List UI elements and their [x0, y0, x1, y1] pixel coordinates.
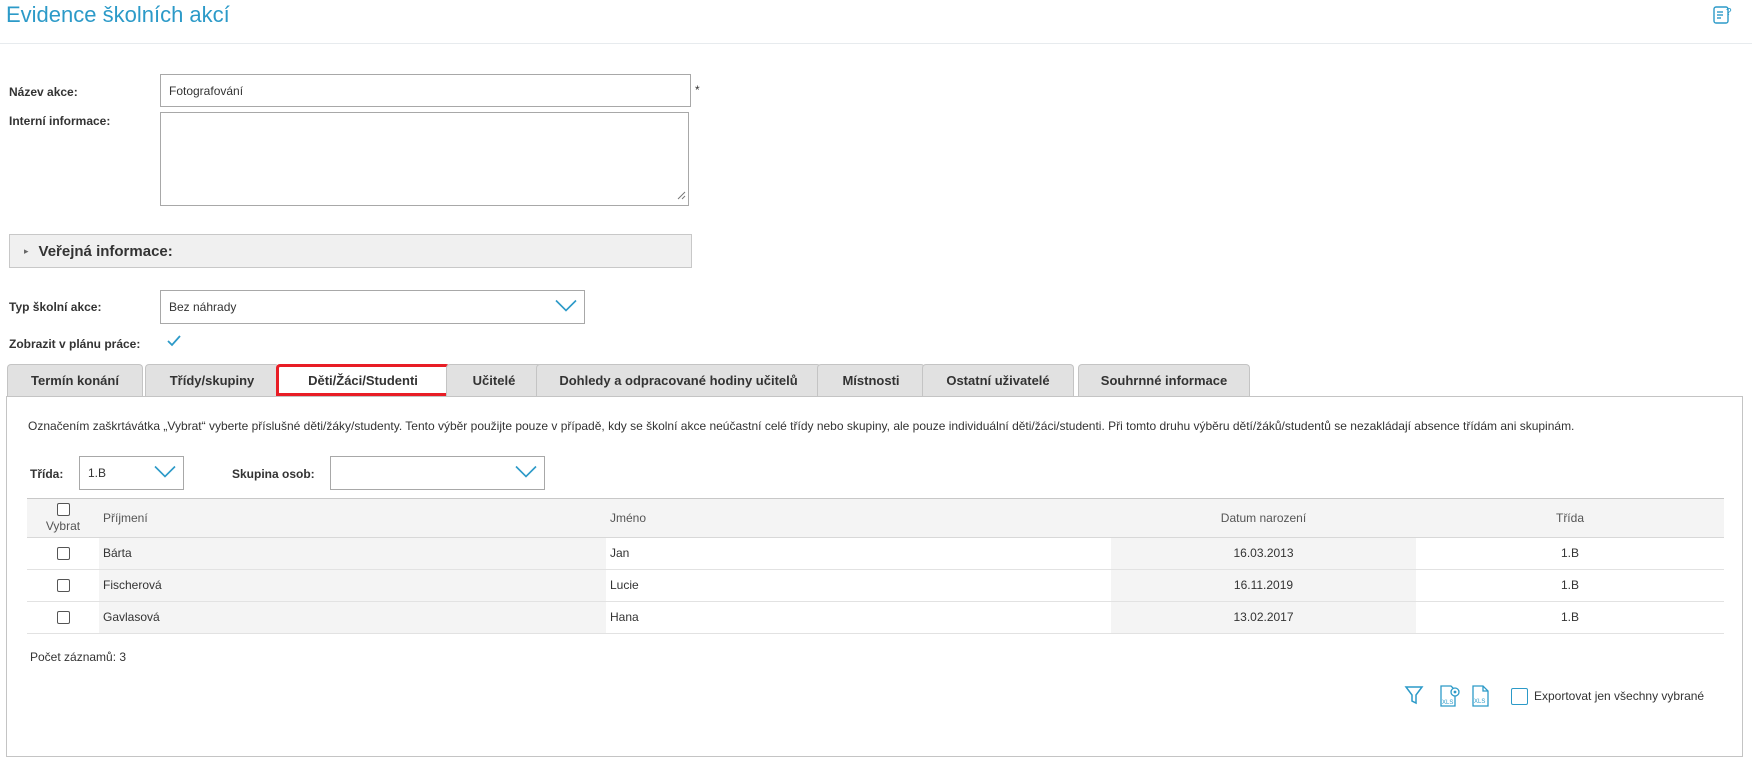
group-filter-select[interactable] — [330, 456, 545, 490]
event-type-value: Bez náhrady — [169, 300, 237, 314]
show-in-plan-label: Zobrazit v plánu práce: — [9, 337, 141, 351]
row-select-checkbox[interactable] — [56, 579, 70, 593]
class-filter-value: 1.B — [88, 466, 107, 480]
cell-class: 1.B — [1416, 537, 1724, 570]
column-header-select: Vybrat — [27, 499, 99, 538]
export-only-selected-label: Exportovat jen všechny vybrané — [1534, 689, 1705, 703]
tab-supervision-hours[interactable]: Dohledy a odpracované hodiny učitelů — [536, 364, 821, 396]
row-select-cell — [27, 601, 99, 634]
required-mark: * — [695, 83, 700, 97]
cell-first-name: Hana — [606, 601, 1111, 634]
cell-first-name: Jan — [606, 537, 1111, 570]
help-document-icon[interactable]: ? — [1712, 4, 1734, 29]
resize-grip-icon[interactable] — [677, 189, 686, 203]
cell-birth-date: 16.03.2013 — [1111, 537, 1416, 570]
tab-rooms[interactable]: Místnosti — [817, 364, 925, 396]
name-label: Název akce: — [9, 85, 78, 99]
select-column-label: Vybrat — [45, 519, 81, 534]
tab-students[interactable]: Děti/Žáci/Studenti — [276, 364, 450, 396]
row-select-cell — [27, 537, 99, 570]
chevron-down-icon — [554, 299, 578, 316]
event-type-select[interactable]: Bez náhrady — [160, 290, 585, 324]
svg-text:XLS: XLS — [1474, 699, 1485, 705]
cell-birth-date: 13.02.2017 — [1111, 601, 1416, 634]
column-header-last-name[interactable]: Příjmení — [99, 499, 606, 538]
record-count: Počet záznamů: 3 — [30, 650, 127, 664]
table-row[interactable]: Bárta Jan 16.03.2013 1.B — [27, 537, 1724, 570]
students-tab-panel: Označením zaškrtávátka „Vybrat“ vyberte … — [6, 396, 1743, 757]
cell-class: 1.B — [1416, 601, 1724, 634]
cell-first-name: Lucie — [606, 569, 1111, 602]
cell-last-name: Gavlasová — [99, 601, 606, 634]
title-divider — [0, 43, 1752, 44]
table-row[interactable]: Gavlasová Hana 13.02.2017 1.B — [27, 601, 1724, 634]
internal-info-textarea[interactable] — [160, 112, 689, 206]
column-header-class[interactable]: Třída — [1416, 499, 1724, 538]
internal-info-label: Interní informace: — [9, 114, 111, 128]
class-filter-label: Třída: — [30, 467, 64, 481]
event-name-input[interactable]: Fotografování — [160, 74, 691, 107]
cell-last-name: Bárta — [99, 537, 606, 570]
column-header-birth-date[interactable]: Datum narození — [1111, 499, 1416, 538]
row-select-checkbox[interactable] — [56, 611, 70, 625]
class-filter-select[interactable]: 1.B — [79, 456, 184, 490]
students-selection-info: Označením zaškrtávátka „Vybrat“ vyberte … — [28, 419, 1575, 433]
cell-birth-date: 16.11.2019 — [1111, 569, 1416, 602]
students-grid: Vybrat Příjmení Jméno Datum narození Tří… — [27, 499, 1724, 634]
event-type-label: Typ školní akce: — [9, 300, 102, 314]
export-only-selected-checkbox[interactable] — [1511, 688, 1528, 705]
xls-settings-icon[interactable]: XLS — [1437, 684, 1463, 711]
tab-summary[interactable]: Souhrnné informace — [1078, 364, 1250, 396]
filter-icon[interactable] — [1404, 684, 1424, 709]
column-header-first-name[interactable]: Jméno — [606, 499, 1111, 538]
caret-right-icon: ▸ — [24, 245, 29, 256]
cell-class: 1.B — [1416, 569, 1724, 602]
tab-teachers[interactable]: Učitelé — [446, 364, 542, 396]
checkmark-icon[interactable] — [166, 334, 182, 351]
svg-text:?: ? — [1726, 7, 1732, 18]
public-info-section-toggle[interactable]: ▸ Veřejná informace: — [9, 234, 692, 268]
select-all-checkbox[interactable] — [56, 503, 70, 517]
chevron-down-icon — [514, 465, 538, 482]
group-filter-label: Skupina osob: — [232, 467, 315, 481]
public-info-label: Veřejná informace: — [38, 242, 173, 260]
cell-last-name: Fischerová — [99, 569, 606, 602]
table-row[interactable]: Fischerová Lucie 16.11.2019 1.B — [27, 569, 1724, 602]
grid-header-row: Vybrat Příjmení Jméno Datum narození Tří… — [27, 499, 1724, 538]
row-select-checkbox[interactable] — [56, 547, 70, 561]
tab-event-dates[interactable]: Termín konání — [7, 364, 143, 396]
xls-export-icon[interactable]: XLS — [1470, 684, 1492, 711]
chevron-down-icon — [153, 465, 177, 482]
tab-classes-groups[interactable]: Třídy/skupiny — [145, 364, 279, 396]
row-select-cell — [27, 569, 99, 602]
page-title: Evidence školních akcí — [6, 2, 230, 27]
svg-text:XLS: XLS — [1442, 700, 1453, 706]
tab-other-users[interactable]: Ostatní uživatelé — [922, 364, 1074, 396]
event-name-value: Fotografování — [169, 83, 244, 98]
